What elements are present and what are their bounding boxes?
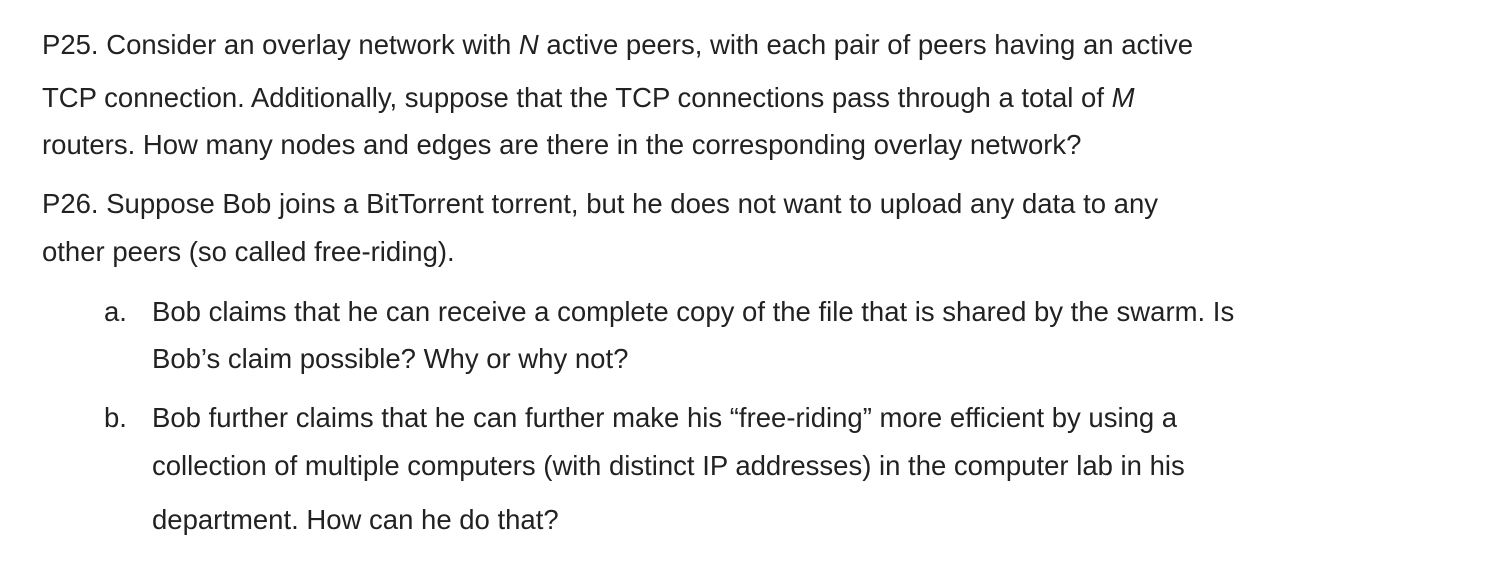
p25-text: P25. Consider an overlay network with (42, 29, 519, 60)
p26-line-1: P26. Suppose Bob joins a BitTorrent torr… (42, 188, 1158, 220)
p25-text: routers. How many nodes and edges are th… (42, 129, 1082, 160)
list-marker-b: b. (104, 402, 127, 433)
p25-text: active peers, with each pair of peers ha… (538, 29, 1194, 60)
p25-line-1: P25. Consider an overlay network with N … (42, 29, 1193, 61)
item-a-text: Bob’s claim possible? Why or why not? (152, 343, 629, 374)
item-b-line-1: Bob further claims that he can further m… (152, 402, 1177, 434)
p26-line-2: other peers (so called free-riding). (42, 236, 455, 268)
p25-line-3: routers. How many nodes and edges are th… (42, 129, 1081, 161)
variable-n: N (518, 29, 539, 60)
item-a-text: Bob claims that he can receive a complet… (152, 296, 1235, 327)
item-b-line-3: department. How can he do that? (152, 504, 559, 536)
variable-m: M (1111, 82, 1135, 113)
p26-text: P26. Suppose Bob joins a BitTorrent torr… (42, 188, 1159, 219)
item-b-line-2: collection of multiple computers (with d… (152, 450, 1185, 482)
p26-text: other peers (so called free-riding). (42, 236, 455, 267)
p25-line-2: TCP connection. Additionally, suppose th… (42, 82, 1135, 114)
item-b-text: Bob further claims that he can further m… (152, 402, 1178, 433)
document-page: { "p25": { "l1_a": "P25. Consider an ove… (0, 0, 1488, 569)
item-b-text: collection of multiple computers (with d… (152, 450, 1185, 481)
item-a-line-1: Bob claims that he can receive a complet… (152, 296, 1234, 328)
list-marker-a: a. (104, 296, 127, 327)
item-b-text: department. How can he do that? (152, 504, 559, 535)
item-a-line-2: Bob’s claim possible? Why or why not? (152, 343, 628, 375)
p25-text: TCP connection. Additionally, suppose th… (42, 82, 1112, 113)
